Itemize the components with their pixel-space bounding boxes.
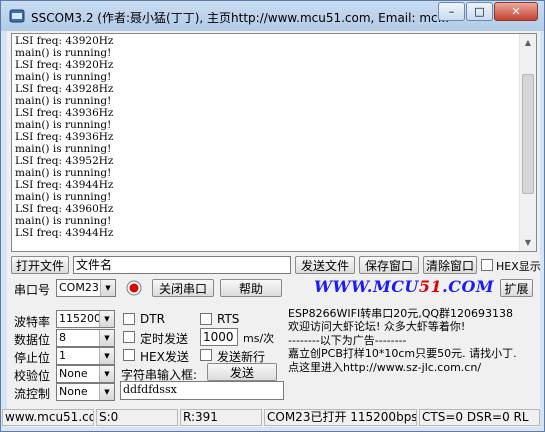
hex-send-checkbox[interactable] (123, 349, 135, 361)
scroll-thumb[interactable] (522, 74, 534, 194)
send-newline-checkbox[interactable] (200, 349, 212, 361)
stopbits-select-value: 1 (59, 349, 66, 362)
flow-select[interactable]: None ▼ (56, 383, 115, 401)
maximize-icon: □ (474, 5, 485, 18)
scroll-down-icon[interactable]: ▼ (520, 234, 536, 251)
close-port-button[interactable]: 关闭串口 (152, 279, 214, 297)
ad-line: 欢迎访问大虾论坛! 众多大虾等着你! (288, 320, 466, 334)
flow-label: 流控制 (14, 387, 51, 401)
website-link[interactable]: WWW.MCU51.COM (314, 277, 494, 296)
chevron-down-icon[interactable]: ▼ (99, 330, 114, 346)
status-site: www.mcu51.cor (2, 409, 94, 426)
status-signals: CTS=0 DSR=0 RL (419, 409, 540, 426)
chevron-down-icon[interactable]: ▼ (99, 384, 114, 400)
baud-select-value: 115200 (59, 312, 101, 325)
status-port: COM23已打开 115200bps (264, 409, 417, 426)
rts-checkbox[interactable] (200, 313, 212, 325)
title-bar[interactable]: SSCOM3.2 (作者:聂小猛(丁丁), 主页http://www.mcu51… (1, 1, 544, 31)
ad-panel[interactable]: ESP8266WIFI转串口20元,QQ群120693138 欢迎访问大虾论坛!… (288, 307, 536, 375)
hex-send-label: HEX发送 (140, 350, 189, 364)
port-status-led-icon (126, 280, 142, 296)
interval-unit: ms/次 (243, 332, 275, 345)
parity-select[interactable]: None ▼ (56, 365, 115, 383)
filename-field[interactable]: 文件名 (73, 256, 291, 274)
databits-select[interactable]: 8 ▼ (56, 329, 115, 347)
minimize-icon: – (448, 5, 455, 18)
app-icon (9, 9, 25, 23)
databits-label: 数据位 (14, 333, 51, 347)
clear-window-button[interactable]: 清除窗口 (423, 256, 477, 274)
send-button[interactable]: 发送 (207, 363, 277, 381)
send-input[interactable]: ddfdfdssx (120, 381, 284, 400)
window-title: SSCOM3.2 (作者:聂小猛(丁丁), 主页http://www.mcu51… (31, 11, 450, 25)
chevron-down-icon[interactable]: ▼ (99, 366, 114, 382)
minimize-button[interactable]: – (438, 2, 465, 21)
save-window-button[interactable]: 保存窗口 (359, 256, 419, 274)
maximize-button[interactable]: □ (466, 2, 493, 21)
open-file-button[interactable]: 打开文件 (11, 256, 69, 274)
chevron-down-icon[interactable]: ▼ (99, 348, 114, 364)
chevron-down-icon[interactable]: ▼ (99, 311, 114, 327)
chevron-down-icon[interactable]: ▼ (100, 280, 115, 296)
dtr-checkbox[interactable] (123, 313, 135, 325)
flow-select-value: None (59, 385, 88, 398)
ad-line: 嘉立创PCB打样10*10cm只要50元. 请找小丁. (288, 347, 517, 361)
vertical-scrollbar[interactable]: ▲ ▼ (519, 34, 536, 251)
scroll-up-icon[interactable]: ▲ (520, 34, 536, 51)
help-button[interactable]: 帮助 (220, 279, 282, 297)
app-window: SSCOM3.2 (作者:聂小猛(丁丁), 主页http://www.mcu51… (0, 0, 545, 432)
close-icon: ✕ (511, 5, 521, 18)
ad-line: ESP8266WIFI转串口20元,QQ群120693138 (288, 307, 514, 320)
hex-display-checkbox[interactable] (481, 259, 493, 271)
timed-send-label: 定时发送 (140, 332, 189, 346)
stopbits-label: 停止位 (14, 351, 51, 365)
interval-input[interactable]: 1000 (200, 328, 238, 346)
rts-label: RTS (217, 312, 240, 326)
port-label: 串口号 (14, 283, 51, 297)
port-select[interactable]: COM23 ▼ (56, 279, 116, 297)
expand-button[interactable]: 扩展 (500, 279, 533, 297)
timed-send-checkbox[interactable] (123, 331, 135, 343)
status-received-count: R:391 (180, 409, 262, 426)
close-button[interactable]: ✕ (494, 2, 538, 21)
status-sent-count: S:0 (96, 409, 178, 426)
client-area: LSI freq: 43920Hz main() is running! LSI… (2, 31, 541, 427)
parity-select-value: None (59, 367, 88, 380)
ad-line: 点这里进入http://www.sz-jlc.com.cn/ (288, 360, 482, 374)
databits-select-value: 8 (59, 331, 66, 344)
hex-display-label: HEX显示 (496, 260, 541, 273)
baud-label: 波特率 (14, 315, 51, 329)
stopbits-select[interactable]: 1 ▼ (56, 347, 115, 365)
baud-select[interactable]: 115200 ▼ (56, 310, 115, 328)
dtr-label: DTR (140, 312, 165, 326)
status-bar: www.mcu51.cor S:0 R:391 COM23已打开 115200b… (2, 407, 540, 427)
parity-label: 校验位 (14, 369, 51, 383)
port-select-value: COM23 (59, 281, 99, 294)
receive-textarea[interactable]: LSI freq: 43920Hz main() is running! LSI… (11, 33, 537, 252)
receive-text: LSI freq: 43920Hz main() is running! LSI… (15, 35, 114, 239)
send-file-button[interactable]: 发送文件 (295, 256, 355, 274)
ad-line: --------以下为广告-------- (288, 333, 407, 347)
